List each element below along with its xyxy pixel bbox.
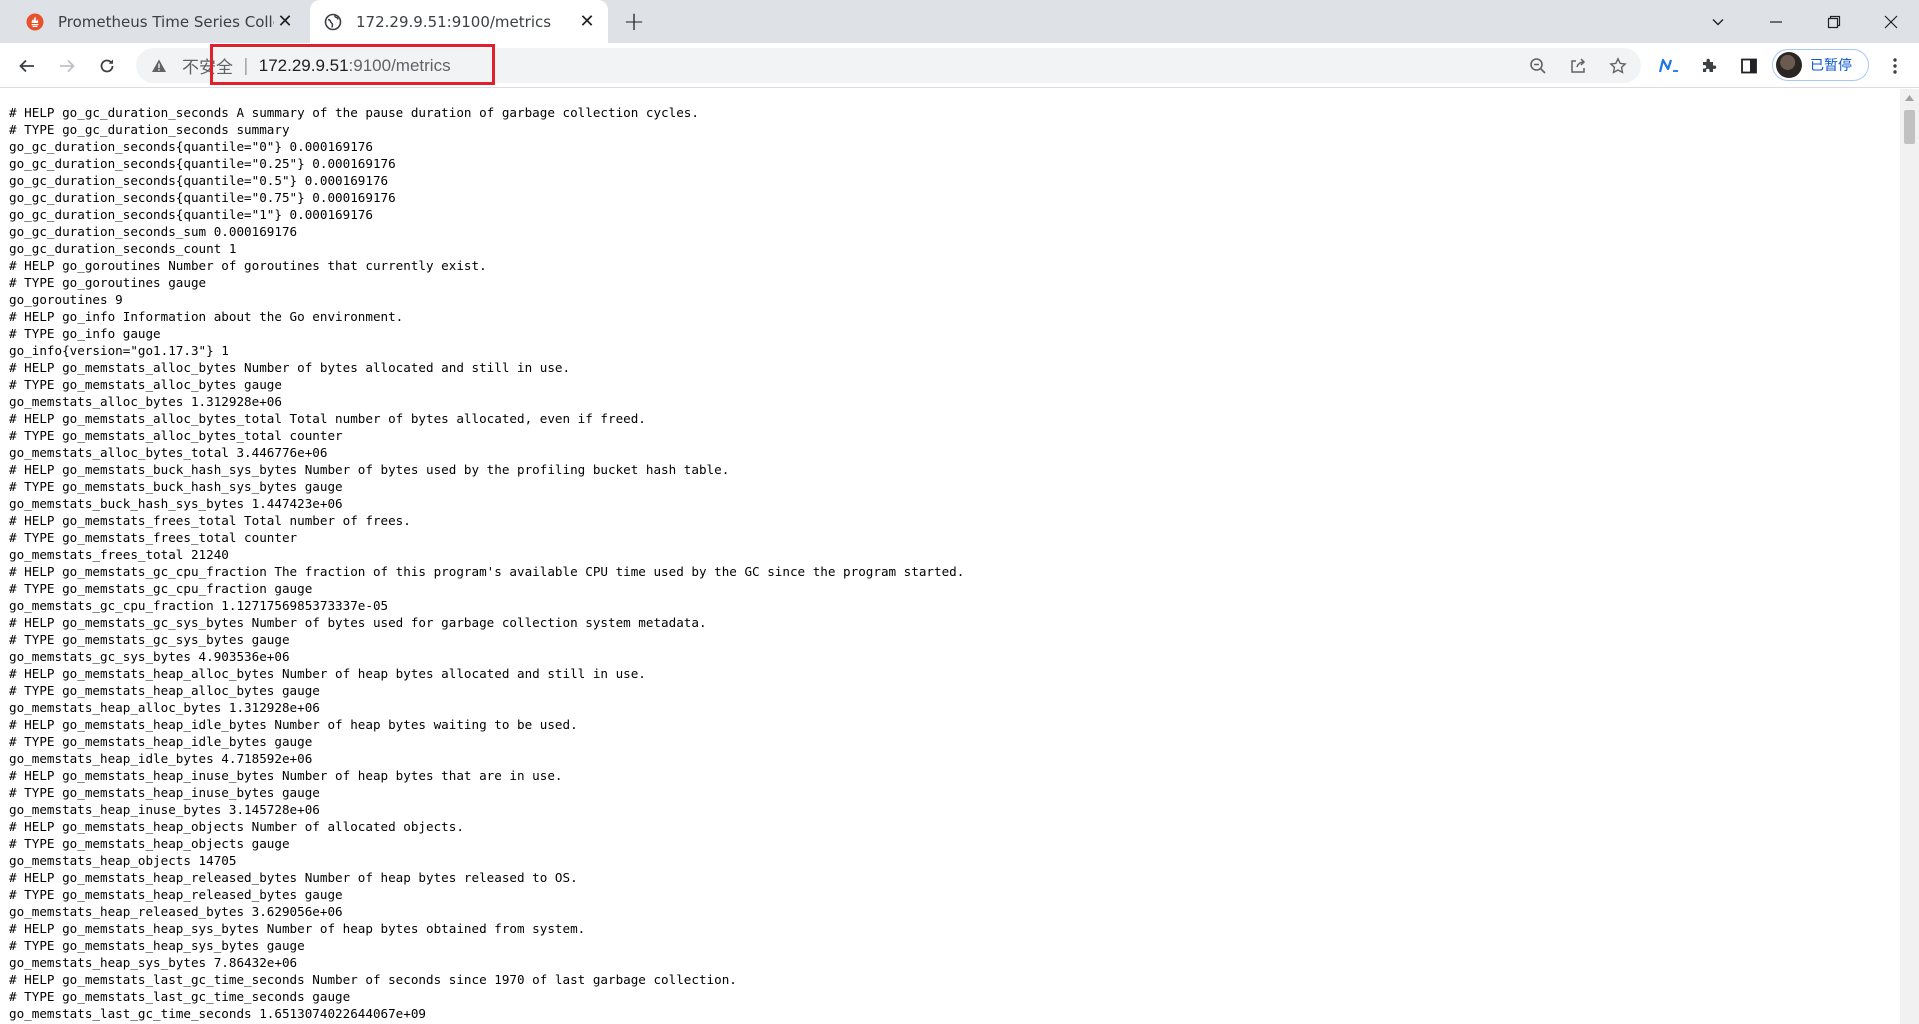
reload-icon[interactable]	[92, 51, 122, 81]
metric-line: go_memstats_buck_hash_sys_bytes 1.447423…	[9, 496, 343, 511]
warning-icon[interactable]	[150, 57, 168, 75]
metric-line: go_memstats_last_gc_time_seconds 1.65130…	[9, 1006, 427, 1021]
metric-line: # TYPE go_gc_duration_seconds summary	[9, 122, 290, 137]
metric-line: go_memstats_heap_inuse_bytes 3.145728e+0…	[9, 802, 320, 817]
side-panel-icon[interactable]	[1734, 51, 1764, 81]
metric-line: # HELP go_memstats_alloc_bytes_total Tot…	[9, 411, 646, 426]
metric-line: # TYPE go_memstats_heap_sys_bytes gauge	[9, 938, 305, 953]
metric-line: go_memstats_heap_objects 14705	[9, 853, 237, 868]
metric-line: # HELP go_memstats_heap_idle_bytes Numbe…	[9, 717, 578, 732]
scroll-up-arrow-icon[interactable]	[1900, 89, 1919, 106]
page-content: # HELP go_gc_duration_seconds A summary …	[0, 89, 1900, 1024]
metric-line: go_memstats_alloc_bytes_total 3.446776e+…	[9, 445, 328, 460]
metric-line: # HELP go_goroutines Number of goroutine…	[9, 258, 487, 273]
metric-line: go_gc_duration_seconds_sum 0.000169176	[9, 224, 298, 239]
metric-line: # HELP go_memstats_heap_alloc_bytes Numb…	[9, 666, 646, 681]
metric-line: go_gc_duration_seconds{quantile="0"} 0.0…	[9, 139, 373, 154]
metric-line: # HELP go_memstats_heap_objects Number o…	[9, 819, 464, 834]
metric-line: go_memstats_heap_idle_bytes 4.718592e+06	[9, 751, 313, 766]
metric-line: # TYPE go_memstats_heap_idle_bytes gauge	[9, 734, 313, 749]
restore-icon[interactable]	[1806, 0, 1862, 43]
metric-line: # HELP go_gc_duration_seconds A summary …	[9, 105, 699, 120]
metric-line: # TYPE go_memstats_heap_alloc_bytes gaug…	[9, 683, 320, 698]
metric-line: go_info{version="go1.17.3"} 1	[9, 343, 229, 358]
metric-line: go_gc_duration_seconds_count 1	[9, 241, 237, 256]
tab-search-chevron-icon[interactable]	[1690, 0, 1746, 43]
metric-line: # HELP go_memstats_gc_cpu_fraction The f…	[9, 564, 965, 579]
metric-line: # TYPE go_memstats_gc_cpu_fraction gauge	[9, 581, 313, 596]
share-icon[interactable]	[1568, 56, 1588, 76]
extension-n-icon[interactable]	[1654, 51, 1684, 81]
metric-line: go_memstats_gc_cpu_fraction 1.1271756985…	[9, 598, 389, 613]
metric-line: go_gc_duration_seconds{quantile="1"} 0.0…	[9, 207, 373, 222]
new-tab-button[interactable]: +	[620, 7, 648, 37]
metric-line: # HELP go_memstats_last_gc_time_seconds …	[9, 972, 737, 987]
metric-line: go_memstats_alloc_bytes 1.312928e+06	[9, 394, 282, 409]
tab-prometheus[interactable]: Prometheus Time Series Collection ✕	[16, 0, 306, 43]
metric-line: # HELP go_memstats_gc_sys_bytes Number o…	[9, 615, 707, 630]
url-highlight-annotation	[210, 44, 495, 85]
metric-line: # HELP go_info Information about the Go …	[9, 309, 404, 324]
metric-line: # TYPE go_memstats_heap_inuse_bytes gaug…	[9, 785, 320, 800]
metric-line: go_gc_duration_seconds{quantile="0.5"} 0…	[9, 173, 389, 188]
scrollbar-thumb[interactable]	[1904, 110, 1915, 144]
kebab-menu-icon[interactable]	[1880, 51, 1910, 81]
metric-line: go_goroutines 9	[9, 292, 123, 307]
metric-line: # HELP go_memstats_buck_hash_sys_bytes N…	[9, 462, 730, 477]
vertical-scrollbar[interactable]	[1900, 89, 1919, 1024]
zoom-out-icon[interactable]	[1528, 56, 1548, 76]
tab-title: 172.29.9.51:9100/metrics	[356, 12, 552, 31]
forward-arrow-icon[interactable]	[52, 51, 82, 81]
profile-status-label: 已暂停	[1810, 58, 1852, 74]
metric-line: # HELP go_memstats_heap_released_bytes N…	[9, 870, 578, 885]
metric-line: # HELP go_memstats_heap_sys_bytes Number…	[9, 921, 586, 936]
puzzle-icon[interactable]	[1694, 51, 1724, 81]
metric-line: # TYPE go_memstats_heap_objects gauge	[9, 836, 290, 851]
metric-line: # HELP go_memstats_heap_inuse_bytes Numb…	[9, 768, 563, 783]
tab-metrics[interactable]: 172.29.9.51:9100/metrics ✕	[310, 0, 608, 43]
back-arrow-icon[interactable]	[12, 51, 42, 81]
avatar	[1776, 52, 1802, 78]
tab-strip: Prometheus Time Series Collection ✕ 172.…	[0, 0, 1919, 43]
metric-line: go_memstats_heap_released_bytes 3.629056…	[9, 904, 343, 919]
metric-line: go_memstats_heap_sys_bytes 7.86432e+06	[9, 955, 298, 970]
metric-line: go_memstats_frees_total 21240	[9, 547, 229, 562]
window-close-icon[interactable]	[1863, 0, 1919, 43]
minimize-icon[interactable]	[1748, 0, 1804, 43]
star-icon[interactable]	[1608, 56, 1628, 76]
profile-button[interactable]: 已暂停	[1772, 49, 1869, 81]
metric-line: # HELP go_memstats_frees_total Total num…	[9, 513, 411, 528]
metric-line: # TYPE go_goroutines gauge	[9, 275, 207, 290]
close-icon[interactable]: ✕	[274, 11, 296, 33]
globe-icon	[324, 13, 342, 31]
metric-line: # TYPE go_memstats_buck_hash_sys_bytes g…	[9, 479, 343, 494]
tab-title: Prometheus Time Series Collection	[58, 12, 274, 31]
metric-line: # TYPE go_memstats_gc_sys_bytes gauge	[9, 632, 290, 647]
metric-line: go_gc_duration_seconds{quantile="0.75"} …	[9, 190, 396, 205]
metric-line: # TYPE go_info gauge	[9, 326, 161, 341]
metric-line: go_gc_duration_seconds{quantile="0.25"} …	[9, 156, 396, 171]
close-icon[interactable]: ✕	[576, 11, 598, 33]
metric-line: # TYPE go_memstats_alloc_bytes_total cou…	[9, 428, 343, 443]
metric-line: # TYPE go_memstats_heap_released_bytes g…	[9, 887, 343, 902]
metrics-text: # HELP go_gc_duration_seconds A summary …	[9, 104, 964, 1022]
metric-line: go_memstats_gc_sys_bytes 4.903536e+06	[9, 649, 290, 664]
metric-line: go_memstats_heap_alloc_bytes 1.312928e+0…	[9, 700, 320, 715]
metric-line: # TYPE go_memstats_alloc_bytes gauge	[9, 377, 282, 392]
metric-line: # TYPE go_memstats_frees_total counter	[9, 530, 298, 545]
metric-line: # TYPE go_memstats_last_gc_time_seconds …	[9, 989, 351, 1004]
prometheus-icon	[26, 13, 44, 31]
metric-line: # HELP go_memstats_alloc_bytes Number of…	[9, 360, 571, 375]
